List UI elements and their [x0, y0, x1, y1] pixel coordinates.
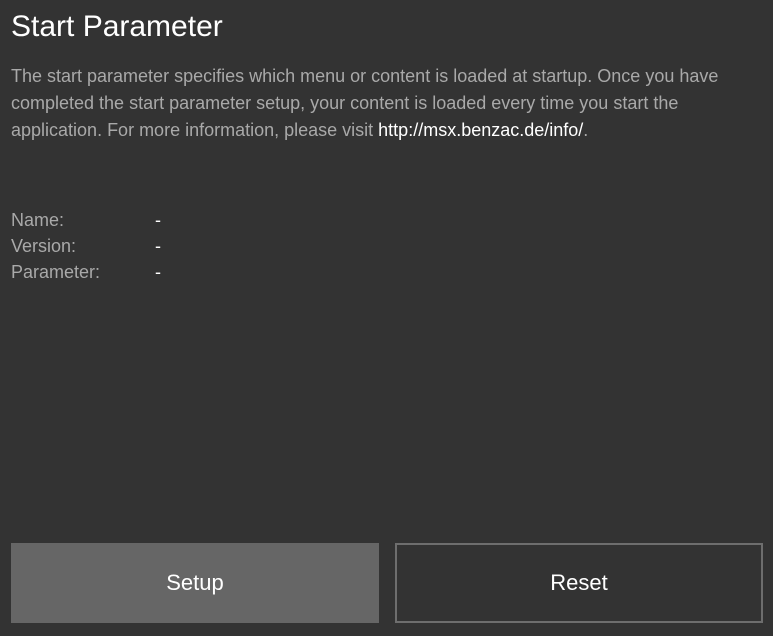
parameter-label: Parameter: [11, 262, 101, 282]
description-end: . [583, 120, 589, 140]
setup-button-label: Setup [166, 570, 224, 595]
version-value: - [155, 236, 161, 256]
info-link[interactable]: http://msx.benzac.de/info/ [378, 120, 583, 140]
reset-button-label: Reset [550, 570, 608, 595]
parameter-value: - [155, 262, 161, 282]
info-table: Name: - Version: - Parameter: - [11, 207, 411, 285]
info-row-name: Name: - [11, 207, 411, 233]
description-text: The start parameter specifies which menu… [11, 66, 719, 140]
setup-button[interactable]: Setup [11, 543, 379, 623]
start-parameter-panel: Start Parameter The start parameter spec… [0, 0, 773, 636]
description: The start parameter specifies which menu… [11, 63, 763, 144]
info-row-parameter: Parameter: - [11, 259, 411, 285]
info-row-version: Version: - [11, 233, 411, 259]
name-value: - [155, 210, 161, 230]
reset-button[interactable]: Reset [395, 543, 763, 623]
version-label: Version: [11, 236, 77, 256]
page-title: Start Parameter [11, 10, 223, 43]
name-label: Name: [11, 210, 65, 230]
